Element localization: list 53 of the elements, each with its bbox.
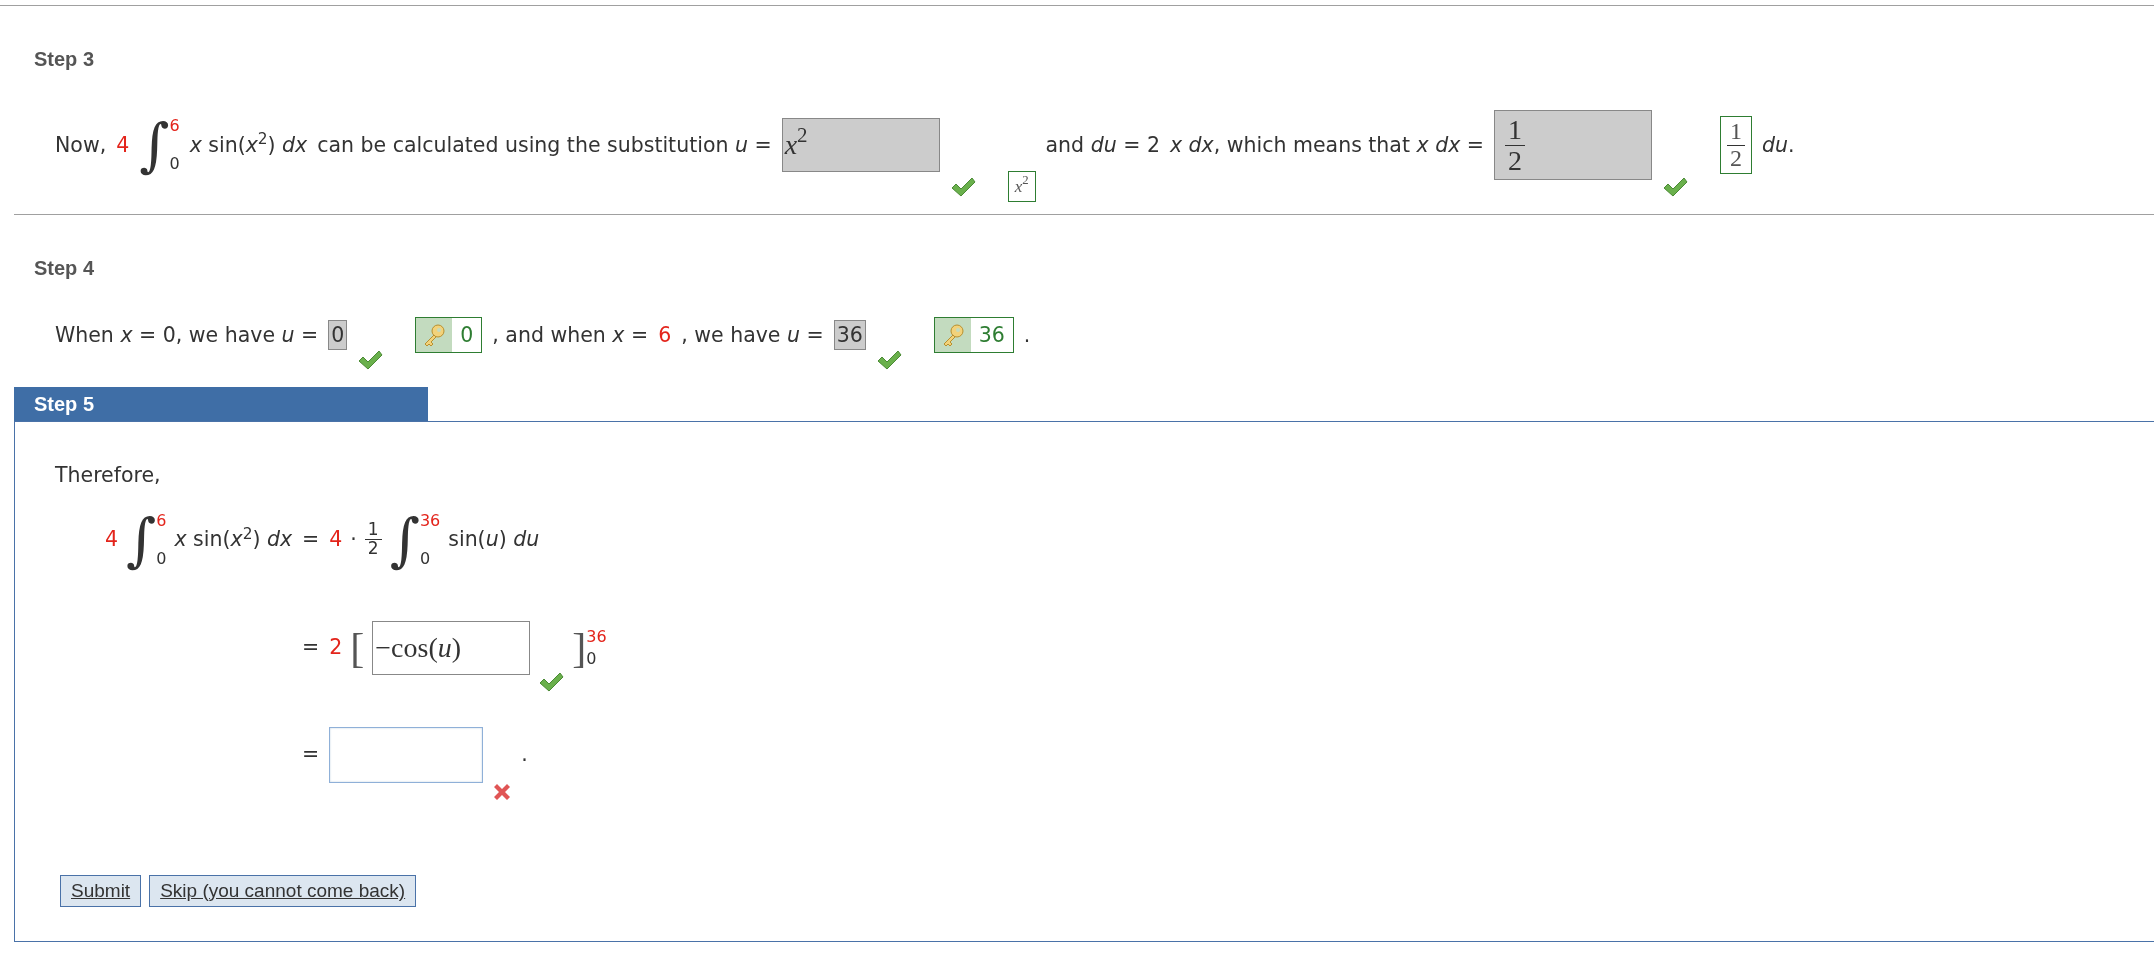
given-number: 4 <box>105 526 119 554</box>
math-text: and du = 2 <box>1045 131 1160 159</box>
paragraph-text: Therefore, <box>55 462 162 489</box>
step-title: Step 3 <box>34 47 96 72</box>
bracket: ] <box>572 626 587 669</box>
math-text: , we have u = <box>681 321 824 349</box>
math-text: x sin(x$^{2}$) dx <box>189 129 308 159</box>
math-text: . <box>521 741 528 769</box>
given-number: 4 <box>329 526 343 554</box>
given-number: 6 <box>658 321 672 349</box>
lower-limit: 0 <box>156 550 167 567</box>
lower-limit: 0 <box>419 550 432 567</box>
key-icon <box>422 323 447 347</box>
answer-field[interactable]: x$^{2}$ <box>781 118 940 172</box>
math-text: can be calculated using the substitution u = <box>317 131 772 159</box>
answer-box: 1 2 <box>1720 116 1752 174</box>
integral-sign: ∫ <box>389 510 420 569</box>
input-field[interactable] <box>329 726 484 783</box>
given-number: 2 <box>329 634 343 662</box>
fraction: 1 2 <box>364 521 382 559</box>
step-title: Step 4 <box>34 256 96 281</box>
answer-field[interactable]: 1 2 <box>1494 110 1652 180</box>
given-number: 4 <box>116 131 130 159</box>
math-text: When x = 0, we have u = <box>55 321 319 349</box>
math-text: x dx, which means that x dx = <box>1169 131 1484 159</box>
lower-limit: 0 <box>586 650 598 667</box>
bracket: [ <box>350 626 365 669</box>
upper-limit: 6 <box>169 118 180 134</box>
answer-field[interactable]: 36 <box>833 320 866 350</box>
answer-field[interactable]: 0 <box>328 320 348 350</box>
equals-sign: = <box>302 634 320 662</box>
math-text: sin(u) du <box>448 526 540 554</box>
answer-field[interactable]: −cos(u) <box>372 620 531 675</box>
integral-sign: ∫ <box>139 116 170 174</box>
math-text: Now, <box>55 131 107 159</box>
math-text: du. <box>1762 131 1795 159</box>
math-text: . <box>1023 321 1031 349</box>
lower-limit: 0 <box>169 156 180 172</box>
answer-value: 36 <box>977 321 1006 349</box>
equals-sign: = <box>302 741 320 769</box>
answer-box: x$^{2}$ <box>1007 170 1036 202</box>
answer-value: 0 <box>459 321 475 349</box>
math-text: , and when x = <box>492 321 649 349</box>
integral-sign: ∫ <box>126 510 157 569</box>
upper-limit: 6 <box>156 512 167 529</box>
step-header: Step 5 <box>14 387 428 421</box>
upper-limit: 36 <box>586 628 607 645</box>
equals-sign: = <box>302 526 320 554</box>
submit-button[interactable]: Submit <box>60 874 142 908</box>
math-text: x sin(x$^{2}$) dx <box>174 524 293 554</box>
math-text: · <box>350 526 357 554</box>
skip-button[interactable]: Skip (you cannot come back) <box>149 874 417 908</box>
upper-limit: 36 <box>419 512 441 529</box>
